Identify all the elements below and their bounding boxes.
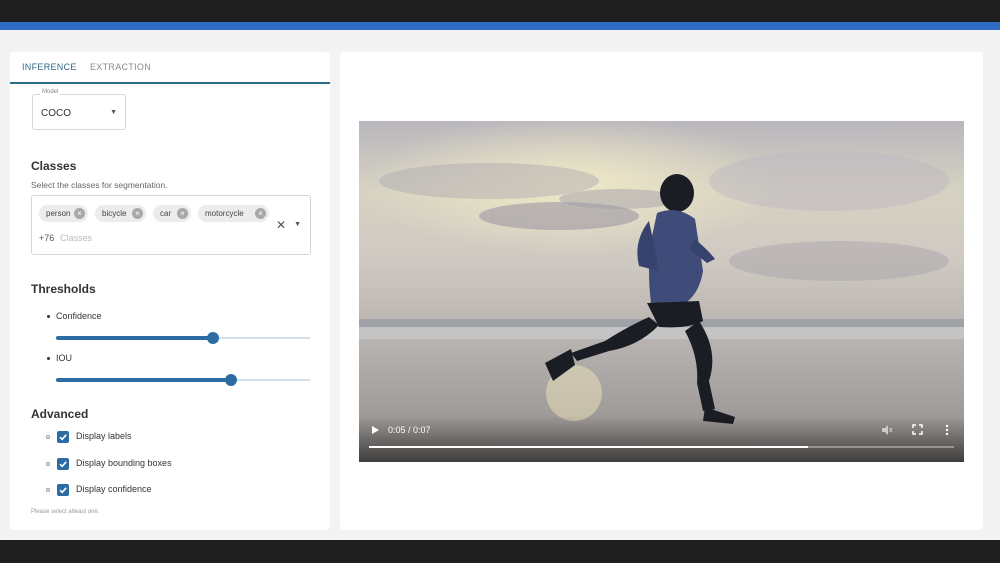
advanced-heading: Advanced [31, 407, 89, 421]
chip-label: bicycle [102, 209, 127, 218]
fullscreen-icon[interactable] [912, 424, 923, 435]
checkbox-check-icon [59, 487, 67, 494]
advanced-helper-text: Please select atleast one. [31, 509, 100, 515]
checkbox-check-icon [59, 434, 67, 441]
confidence-slider[interactable] [56, 332, 310, 344]
slider-fill [56, 378, 232, 382]
volume-mute-icon[interactable] [881, 424, 893, 436]
dropdown-caret-icon[interactable]: ▼ [294, 221, 301, 228]
bullet-icon [47, 315, 50, 318]
more-classes-count: +76 [39, 233, 55, 243]
chip-remove-icon[interactable]: × [132, 208, 143, 219]
progress-fill [369, 446, 808, 448]
bullet-icon [47, 357, 50, 360]
display-bounding-boxes-label: Display bounding boxes [76, 458, 172, 468]
slider-thumb[interactable] [225, 374, 238, 386]
classes-multiselect[interactable]: person × bicycle × car × motorcycle × +7… [31, 195, 311, 255]
settings-panel: INFERENCE EXTRACTION Model COCO ▼ Classe… [10, 52, 330, 530]
chip-remove-icon[interactable]: × [177, 208, 188, 219]
video-progress-bar[interactable] [369, 444, 954, 450]
iou-slider[interactable] [56, 374, 310, 386]
window-bottom-frame [0, 540, 1000, 563]
app-header-bar [0, 22, 1000, 30]
bullet-icon [46, 462, 50, 466]
video-time: 0:05 / 0:07 [388, 425, 431, 435]
class-chip-car[interactable]: car × [153, 205, 191, 222]
tab-inference[interactable]: INFERENCE [22, 62, 77, 72]
dropdown-caret-icon: ▼ [110, 109, 117, 116]
thresholds-heading: Thresholds [31, 282, 96, 296]
classes-search-input[interactable] [60, 231, 180, 245]
chip-remove-icon[interactable]: × [255, 208, 266, 219]
slider-thumb[interactable] [207, 332, 220, 344]
app-body: INFERENCE EXTRACTION Model COCO ▼ Classe… [0, 30, 1000, 540]
window-top-frame [0, 0, 1000, 22]
confidence-label: Confidence [56, 311, 102, 321]
controls-overlay [359, 416, 964, 462]
tab-extraction[interactable]: EXTRACTION [90, 62, 151, 72]
bullet-icon [46, 488, 50, 492]
class-chip-bicycle[interactable]: bicycle × [95, 205, 146, 222]
model-select-label: Model [40, 89, 61, 95]
video-frame [359, 121, 964, 462]
classes-description: Select the classes for segmentation. [31, 180, 168, 190]
class-chip-motorcycle[interactable]: motorcycle × [198, 205, 269, 222]
chip-remove-icon[interactable]: × [74, 208, 85, 219]
model-select-value: COCO [41, 108, 71, 119]
checkbox-check-icon [59, 461, 67, 468]
chip-label: person [46, 209, 71, 218]
display-labels-label: Display labels [76, 431, 132, 441]
bullet-icon [46, 435, 50, 439]
preview-panel: 0:05 / 0:07 [340, 52, 983, 530]
clear-icon[interactable]: ✕ [276, 218, 286, 232]
display-confidence-checkbox[interactable] [57, 484, 69, 496]
iou-label: IOU [56, 353, 73, 363]
display-bounding-boxes-checkbox[interactable] [57, 458, 69, 470]
chip-label: car [160, 209, 172, 218]
chip-label: motorcycle [205, 209, 244, 218]
classes-heading: Classes [31, 159, 77, 173]
display-labels-checkbox[interactable] [57, 431, 69, 443]
tab-bar: INFERENCE EXTRACTION [10, 52, 330, 84]
slider-fill [56, 336, 214, 340]
model-select[interactable]: Model COCO ▼ [32, 89, 126, 130]
class-chip-person[interactable]: person × [39, 205, 88, 222]
video-player[interactable]: 0:05 / 0:07 [359, 121, 964, 462]
more-options-icon[interactable] [943, 424, 951, 436]
display-confidence-label: Display confidence [76, 484, 152, 494]
play-icon[interactable] [369, 424, 381, 436]
